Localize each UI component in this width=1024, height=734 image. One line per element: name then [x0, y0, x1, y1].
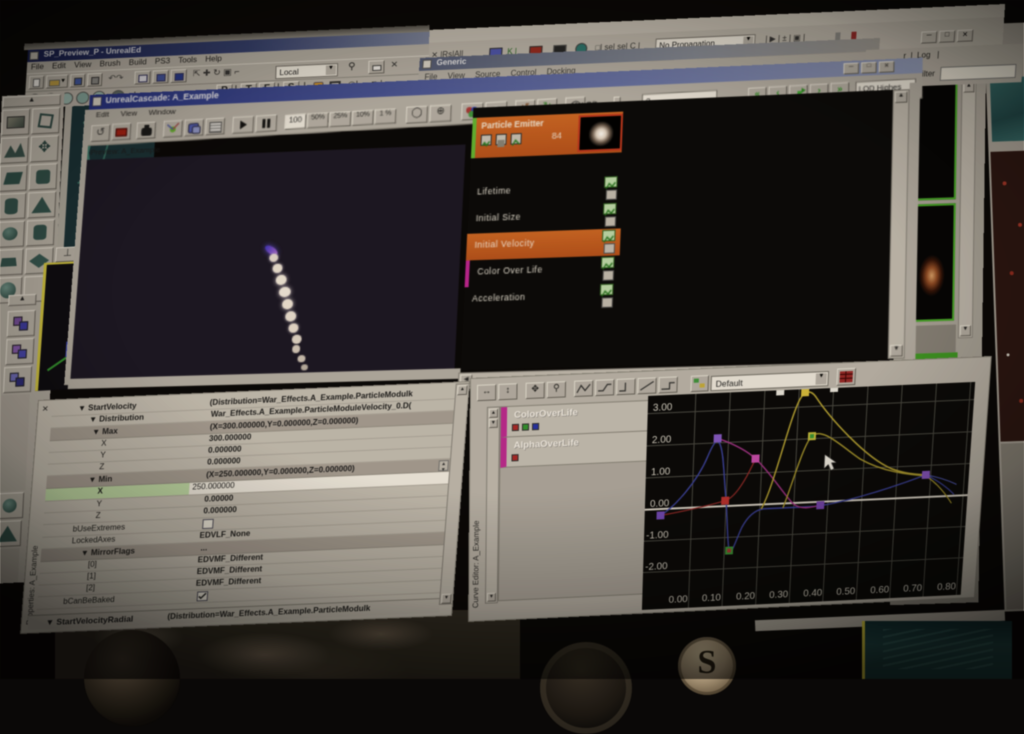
svg-text:0.10: 0.10	[702, 593, 722, 604]
svg-text:0.00: 0.00	[650, 499, 670, 510]
svg-text:0.30: 0.30	[769, 590, 789, 601]
svg-text:1.00: 1.00	[651, 467, 671, 478]
svg-text:0.50: 0.50	[836, 587, 856, 598]
svg-text:0.80: 0.80	[937, 582, 957, 593]
svg-text:0.20: 0.20	[736, 591, 756, 602]
svg-text:0.60: 0.60	[870, 585, 890, 596]
svg-text:-1.00: -1.00	[646, 530, 669, 541]
svg-text:2.00: 2.00	[652, 435, 672, 446]
svg-text:0.70: 0.70	[903, 584, 923, 595]
svg-text:-2.00: -2.00	[645, 562, 668, 573]
svg-text:0.40: 0.40	[803, 588, 823, 599]
svg-text:0.00: 0.00	[668, 595, 688, 606]
svg-text:3.00: 3.00	[653, 402, 673, 413]
